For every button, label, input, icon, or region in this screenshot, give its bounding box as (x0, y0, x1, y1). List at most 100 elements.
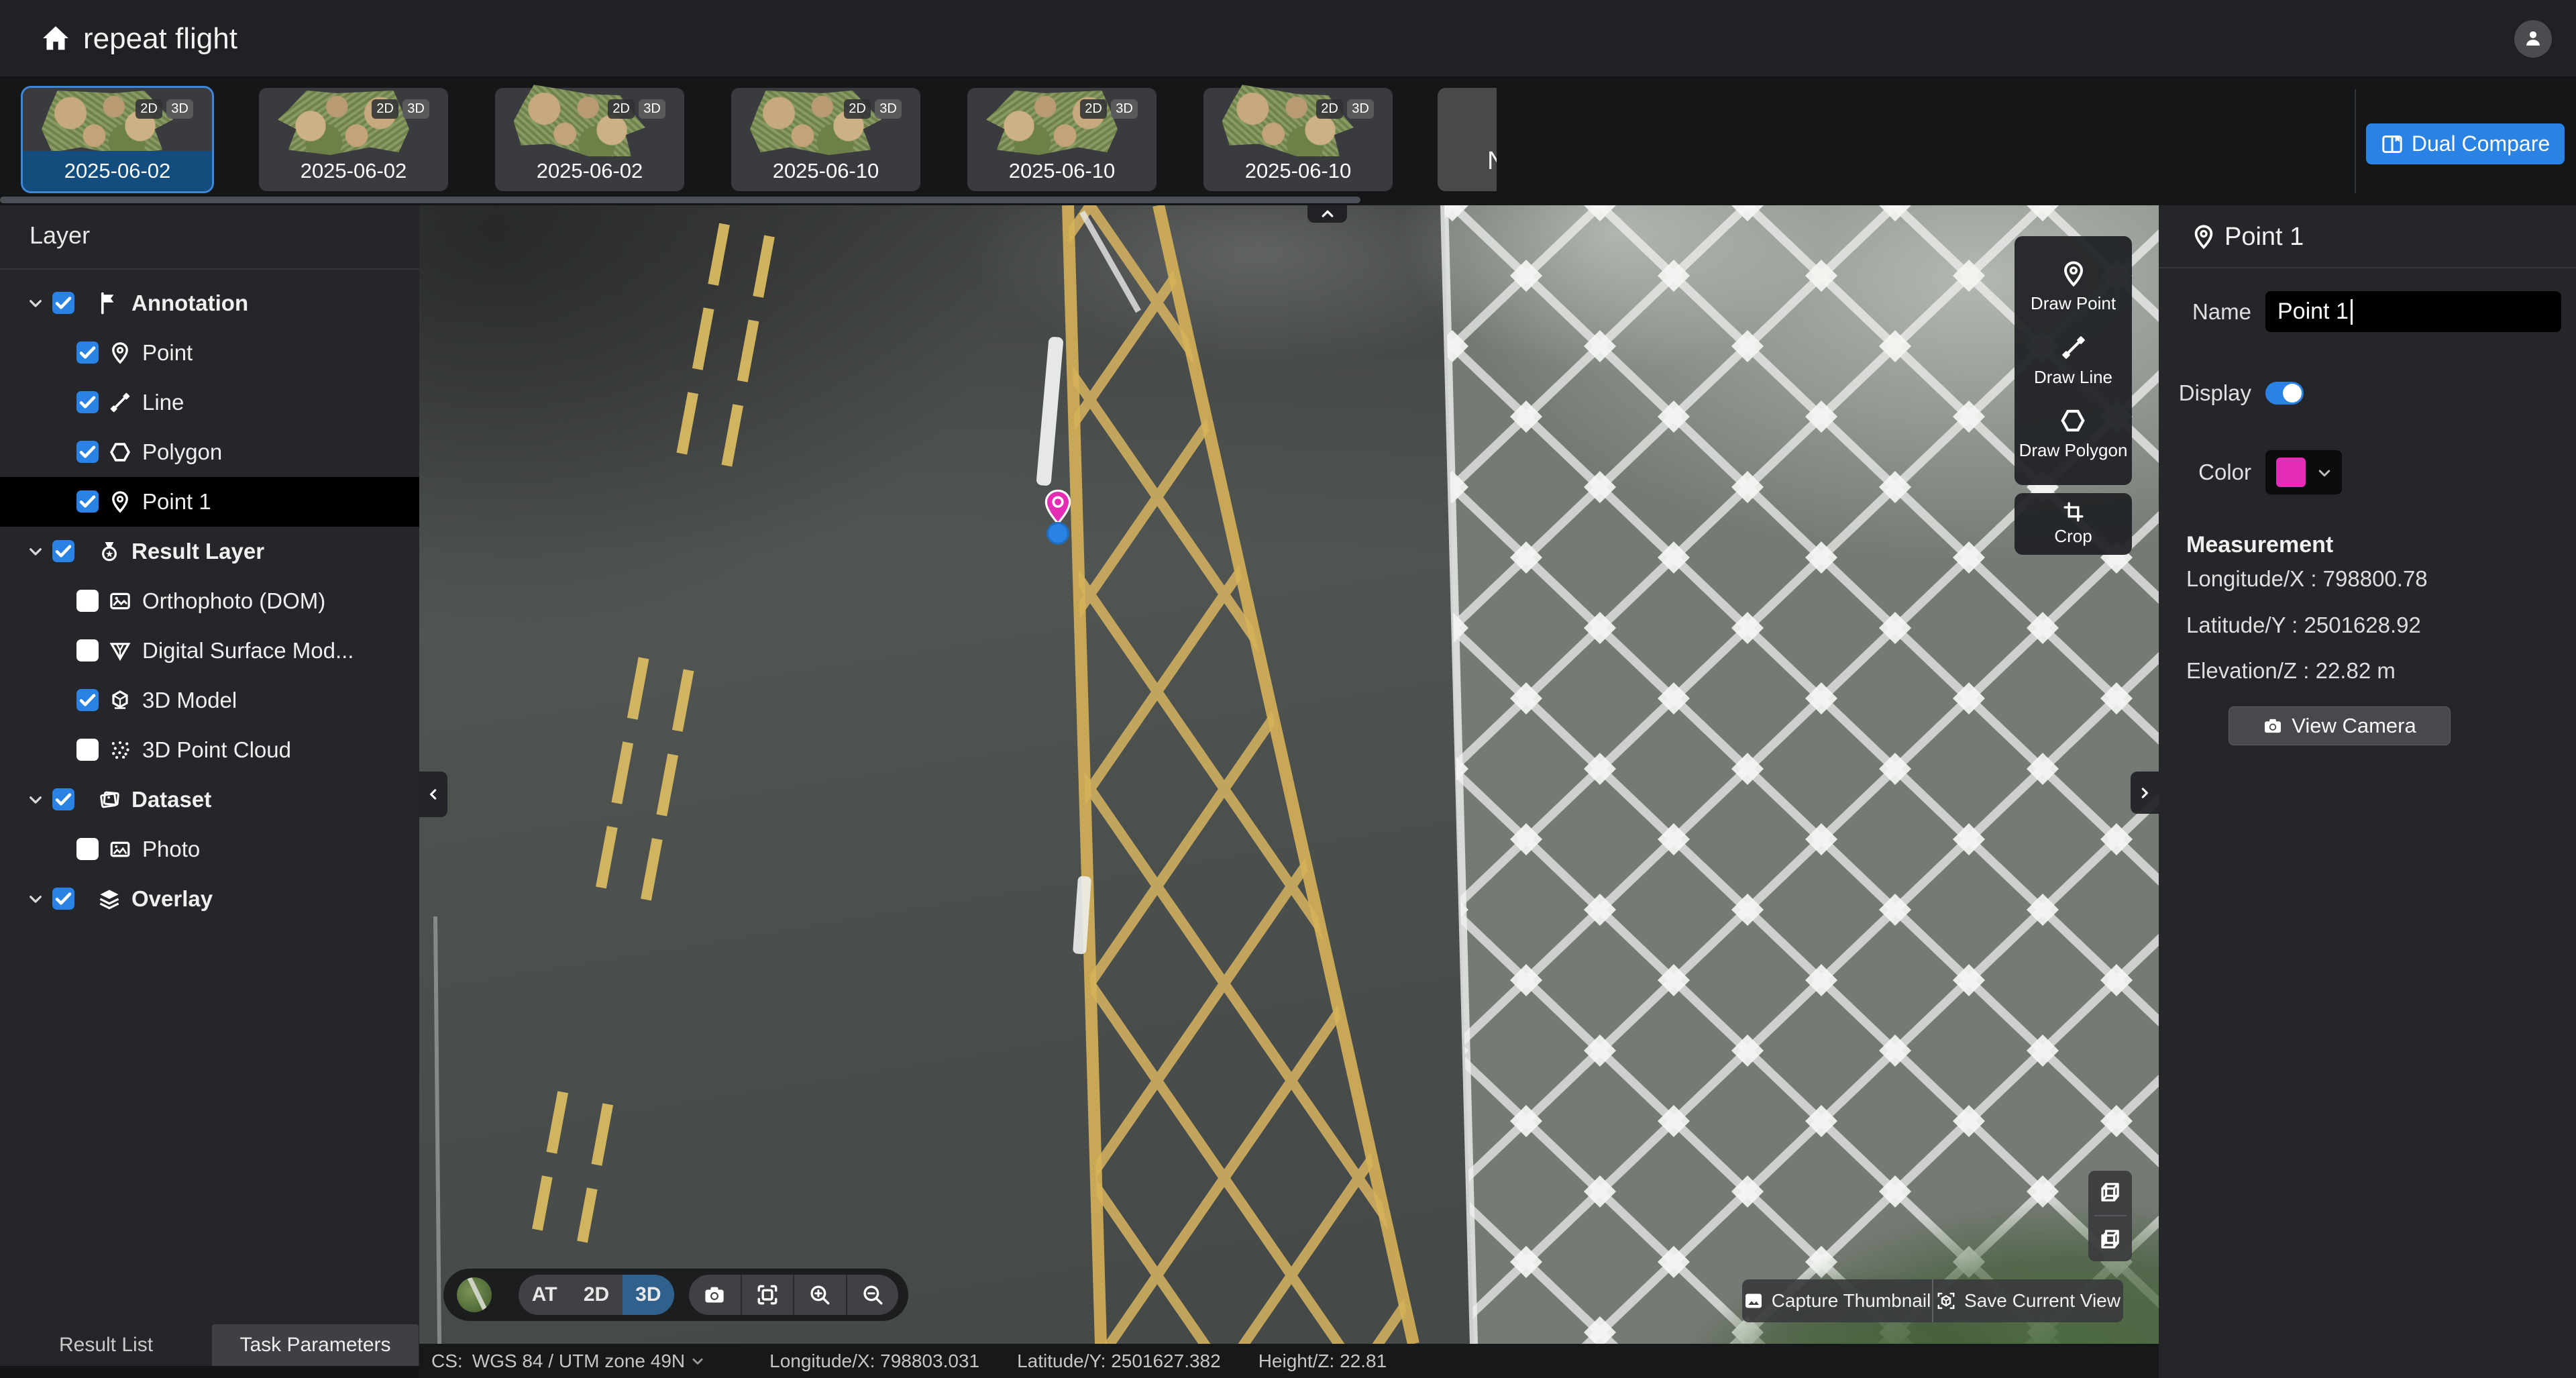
thumbnail-card-partial[interactable]: N (1438, 88, 1497, 191)
thumbnail-card[interactable]: 2D3D2025-06-10 (967, 88, 1157, 191)
layer-label: Dataset (131, 775, 211, 825)
checkbox[interactable] (52, 540, 74, 562)
checkbox[interactable] (76, 490, 99, 513)
thumbnail-card[interactable]: 2D3D 2025-06-02 (259, 88, 448, 191)
layer-row-result-layer[interactable]: ★Result Layer (0, 527, 419, 576)
badge-2d[interactable]: 2D (1080, 99, 1107, 119)
cs-selector[interactable]: WGS 84 / UTM zone 49N (472, 1350, 685, 1372)
layer-row-line[interactable]: Line (0, 378, 419, 427)
draw-point-button[interactable]: Draw Point (2031, 260, 2116, 314)
thumbnail-card[interactable]: 2D3D2025-06-10 (1203, 88, 1393, 191)
map-viewport[interactable]: Draw Point Draw Line Draw Polygon Crop A… (419, 205, 2159, 1344)
home-icon[interactable] (40, 23, 71, 54)
save-current-view-button[interactable]: Save Current View (1932, 1279, 2123, 1322)
view-mode-2d[interactable]: 2D (570, 1275, 622, 1315)
user-avatar[interactable] (2514, 20, 2552, 58)
fit-view-button[interactable] (741, 1275, 794, 1315)
layer-row-orthophoto-dom[interactable]: Orthophoto (DOM) (0, 576, 419, 626)
map-tool-buttons (689, 1275, 898, 1315)
badge-3d[interactable]: 3D (402, 99, 429, 119)
draw-line-button[interactable]: Draw Line (2034, 334, 2112, 388)
line-icon (109, 391, 131, 414)
crop-button[interactable]: Crop (2015, 493, 2132, 555)
thumbnail-card[interactable]: 2D3D2025-06-10 (731, 88, 920, 191)
layer-panel: Layer AnnotationPointLinePolygonPoint 1★… (0, 205, 419, 1378)
chevron-left-icon (426, 787, 441, 802)
point-marker[interactable] (1043, 489, 1073, 525)
chevron-down-icon[interactable] (690, 1354, 705, 1369)
collapse-strip-tab[interactable] (1307, 205, 1347, 223)
badge-3d[interactable]: 3D (1347, 99, 1374, 119)
chevron-down-icon[interactable] (27, 890, 44, 908)
zoom-in-button[interactable] (793, 1275, 846, 1315)
badge-3d[interactable]: 3D (1111, 99, 1138, 119)
collapse-right-panel-tab[interactable] (2131, 772, 2159, 814)
screenshot-button[interactable] (689, 1275, 741, 1315)
view-mode-at[interactable]: AT (519, 1275, 570, 1315)
badge-2d[interactable]: 2D (608, 99, 635, 119)
badge-2d[interactable]: 2D (1316, 99, 1343, 119)
color-picker-button[interactable] (2265, 450, 2342, 494)
save-current-view-label: Save Current View (1964, 1290, 2121, 1312)
badge-3d[interactable]: 3D (639, 99, 665, 119)
capture-thumbnail-label: Capture Thumbnail (1772, 1290, 1931, 1312)
zoom-out-button[interactable] (846, 1275, 899, 1315)
measurement-title: Measurement (2186, 532, 2333, 558)
chevron-down-icon[interactable] (27, 295, 44, 312)
layer-row-digital-surface-mod[interactable]: Digital Surface Mod... (0, 626, 419, 676)
draw-polygon-button[interactable]: Draw Polygon (2019, 407, 2128, 461)
layer-label: 3D Point Cloud (142, 725, 291, 775)
layer-row-overlay[interactable]: Overlay (0, 874, 419, 924)
layer-row-point-1[interactable]: Point 1 (0, 477, 419, 527)
minimap-thumbnail[interactable] (457, 1277, 492, 1312)
chevron-down-icon[interactable] (27, 791, 44, 808)
dual-compare-button[interactable]: Dual Compare (2366, 123, 2565, 164)
thumbnail-card[interactable]: 2D3D2025-06-02 (495, 88, 684, 191)
tab-task-parameters[interactable]: Task Parameters (212, 1324, 419, 1366)
chevron-right-icon (2137, 786, 2152, 800)
name-input[interactable]: Point 1 (2265, 291, 2561, 332)
checkbox[interactable] (76, 391, 99, 413)
checkbox[interactable] (52, 888, 74, 910)
crop-icon (2063, 501, 2084, 523)
checkbox[interactable] (76, 739, 99, 761)
thumbnail-card[interactable]: 2D3D2025-06-02 (23, 88, 212, 191)
layer-row-dataset[interactable]: Dataset (0, 775, 419, 825)
checkbox[interactable] (76, 341, 99, 364)
badge-3d[interactable]: 3D (166, 99, 193, 119)
display-toggle[interactable] (2265, 382, 2304, 405)
status-longitude: Longitude/X: 798803.031 (769, 1350, 979, 1372)
view-cube-panel (2088, 1171, 2132, 1261)
checkbox[interactable] (52, 292, 74, 314)
solid-cube-icon[interactable] (2095, 1224, 2125, 1254)
view-camera-button[interactable]: View Camera (2229, 706, 2451, 745)
checkbox[interactable] (76, 639, 99, 661)
cs-label: CS: (431, 1350, 463, 1372)
layer-row-3d-point-cloud[interactable]: 3D Point Cloud (0, 725, 419, 775)
status-bar: CS: WGS 84 / UTM zone 49N Longitude/X: 7… (419, 1344, 2159, 1378)
capture-thumbnail-button[interactable]: Capture Thumbnail (1742, 1279, 1932, 1322)
checkbox[interactable] (76, 689, 99, 711)
layer-row-3d-model[interactable]: 3D Model (0, 676, 419, 725)
checkbox[interactable] (76, 590, 99, 612)
tab-result-list[interactable]: Result List (0, 1324, 212, 1366)
checkbox[interactable] (76, 441, 99, 463)
layer-row-annotation[interactable]: Annotation (0, 278, 419, 328)
view-mode-3d[interactable]: 3D (623, 1275, 674, 1315)
layer-row-polygon[interactable]: Polygon (0, 427, 419, 477)
thumbnail-scrollbar[interactable] (0, 197, 1360, 203)
layer-row-point[interactable]: Point (0, 328, 419, 378)
pointcloud-icon (109, 739, 131, 761)
text-caret (2351, 299, 2353, 325)
badge-2d[interactable]: 2D (136, 99, 162, 119)
badge-2d[interactable]: 2D (372, 99, 398, 119)
checkbox[interactable] (52, 788, 74, 810)
checkbox[interactable] (76, 838, 99, 860)
wireframe-cube-icon[interactable] (2095, 1177, 2125, 1207)
badge-3d[interactable]: 3D (875, 99, 902, 119)
badge-2d[interactable]: 2D (844, 99, 871, 119)
chevron-down-icon[interactable] (27, 543, 44, 560)
thumbnail-date: 2025-06-02 (259, 151, 448, 191)
layer-row-photo[interactable]: Photo (0, 825, 419, 874)
collapse-left-panel-tab[interactable] (419, 772, 447, 817)
